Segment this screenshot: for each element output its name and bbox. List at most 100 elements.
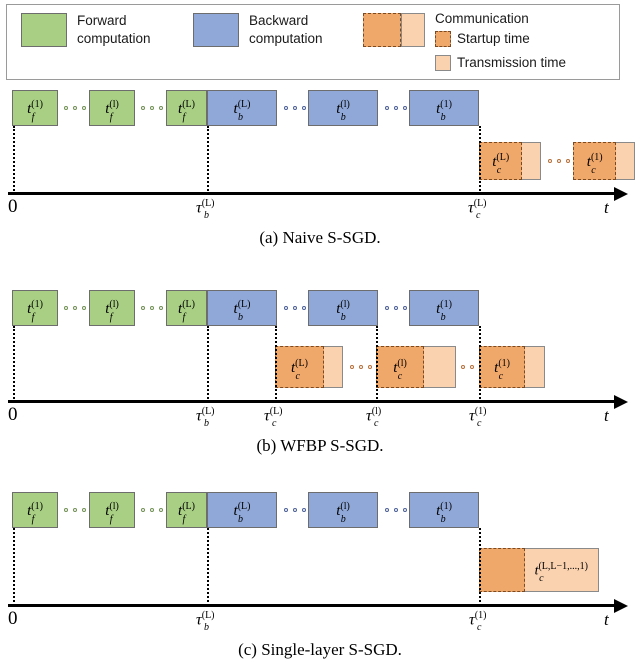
axis-arrow-icon [614, 395, 628, 409]
block-label: t b (L) [233, 98, 251, 123]
tick-guide-line [479, 326, 481, 402]
axis-name-label: t [604, 610, 609, 629]
ellipsis-dots [461, 365, 474, 369]
axis-tick-label: τ c (l) [366, 406, 382, 430]
block-label: t b (l) [336, 500, 350, 525]
tick-guide-line [275, 326, 277, 402]
block-label: t f (L) [178, 500, 195, 525]
communication-block: t c (L) [275, 346, 343, 388]
backward-block: t b (L) [207, 290, 277, 326]
block-label: t b (L) [233, 298, 251, 323]
ellipsis-dots [385, 508, 407, 512]
communication-transmission-segment: t c (L,L−1,...,1) [524, 548, 599, 592]
forward-block: t f (L) [166, 90, 207, 126]
communication-transmission-segment [424, 346, 456, 388]
forward-block: t f (1) [12, 290, 58, 326]
backward-block: t b (l) [308, 90, 378, 126]
communication-transmission-segment [522, 142, 541, 180]
tick-guide-line [207, 528, 209, 606]
block-label: t c (1) [494, 357, 511, 382]
axis-arrow-icon [614, 187, 628, 201]
block-label: t c (L) [492, 151, 510, 176]
ellipsis-dots [385, 106, 407, 110]
axis-name-label: t [604, 198, 609, 217]
axis-arrow-icon [614, 599, 628, 613]
time-axis [8, 192, 616, 195]
backward-block: t b (L) [207, 90, 277, 126]
block-label: t b (1) [436, 298, 452, 323]
ellipsis-dots [64, 106, 86, 110]
communication-transmission-segment [323, 346, 343, 388]
block-label: t b (l) [336, 298, 350, 323]
backward-block: t b (L) [207, 492, 277, 528]
axis-tick-label: τ b (L) [196, 610, 215, 634]
axis-name-label: t [604, 406, 609, 425]
ellipsis-dots [284, 306, 306, 310]
ellipsis-dots [141, 508, 163, 512]
tick-guide-line [207, 126, 209, 194]
block-label: t b (l) [336, 98, 350, 123]
tick-guide-line [13, 326, 15, 402]
axis-tick-label: 0 [8, 404, 18, 425]
forward-block: t f (l) [89, 492, 135, 528]
block-label: t f (l) [105, 500, 119, 525]
ellipsis-dots [64, 306, 86, 310]
panel-caption: (c) Single-layer S-SGD. [238, 640, 402, 659]
forward-block: t f (1) [12, 492, 58, 528]
ellipsis-dots [64, 508, 86, 512]
ellipsis-dots [284, 106, 306, 110]
ellipsis-dots [141, 306, 163, 310]
block-label: t f (L) [178, 98, 195, 123]
ellipsis-dots [350, 365, 372, 369]
communication-block: t c (1) [479, 346, 545, 388]
block-label: t b (1) [436, 500, 452, 525]
block-label: t f (1) [27, 298, 43, 323]
ellipsis-dots [548, 159, 570, 163]
legend-swatch-startup [435, 31, 451, 47]
legend-swatch-communication-startup [363, 13, 402, 47]
block-label: t b (L) [233, 500, 251, 525]
axis-tick-label: τ b (L) [196, 198, 215, 222]
communication-block: t c (L,L−1,...,1) [479, 548, 599, 592]
legend-label-forward-line1: Forward [77, 13, 127, 28]
axis-tick-label: τ c (L) [468, 198, 487, 222]
communication-startup-segment: t c (1) [573, 142, 617, 180]
communication-block: t c (L) [479, 142, 541, 180]
legend-label-forward-line2: computation [77, 31, 151, 46]
tick-guide-line [207, 326, 209, 402]
panel-caption: (b) WFBP S-SGD. [256, 436, 384, 455]
backward-block: t b (l) [308, 492, 378, 528]
forward-block: t f (l) [89, 290, 135, 326]
communication-block: t c (1) [573, 142, 635, 180]
communication-transmission-segment [616, 142, 635, 180]
axis-tick-label: τ c (L) [264, 406, 283, 430]
forward-block: t f (L) [166, 492, 207, 528]
legend-swatch-transmission [435, 55, 451, 71]
legend: Forward computation Backward computation… [6, 4, 620, 80]
legend-swatch-communication-transmission [401, 13, 425, 47]
block-label: t c (1) [586, 151, 603, 176]
block-label: t b (1) [436, 98, 452, 123]
block-label: t f (l) [105, 298, 119, 323]
axis-tick-label: τ c (1) [469, 610, 487, 634]
backward-block: t b (1) [409, 90, 479, 126]
time-axis [8, 400, 616, 403]
legend-swatch-communication [363, 13, 425, 47]
forward-block: t f (L) [166, 290, 207, 326]
block-label: t c (L,L−1,...,1) [534, 560, 588, 585]
legend-swatch-backward [193, 13, 239, 47]
tick-guide-line [479, 528, 481, 606]
ellipsis-dots [284, 508, 306, 512]
legend-swatch-forward [21, 13, 67, 47]
block-label: t f (1) [27, 500, 43, 525]
block-label: t f (1) [27, 98, 43, 123]
ellipsis-dots [141, 106, 163, 110]
communication-transmission-segment [525, 346, 545, 388]
forward-block: t f (1) [12, 90, 58, 126]
communication-startup-segment: t c (L) [479, 142, 523, 180]
block-label: t f (L) [178, 298, 195, 323]
communication-startup-segment: t c (L) [275, 346, 324, 388]
axis-tick-label: 0 [8, 196, 18, 217]
legend-label-communication: Communication [435, 11, 529, 26]
ellipsis-dots [385, 306, 407, 310]
